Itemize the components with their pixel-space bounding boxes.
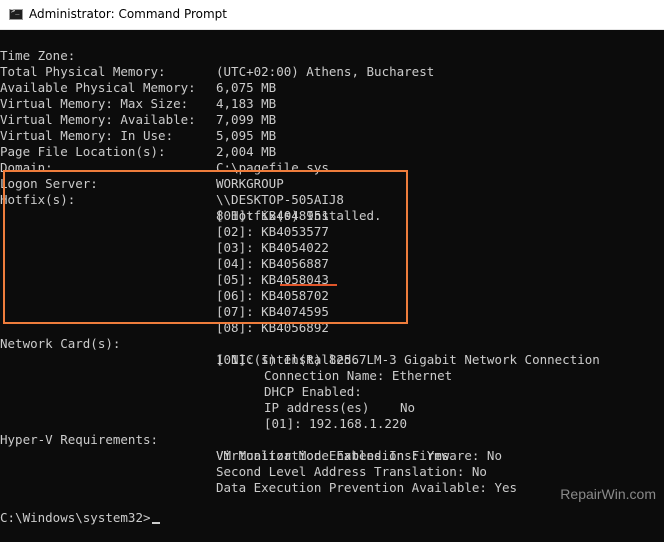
line-available-physical-memory: Available Physical Memory: 4,183 MB bbox=[0, 64, 276, 111]
hotfix-item: [07]: KB4074595 bbox=[0, 288, 329, 319]
line-total-physical-memory: Total Physical Memory: 6,075 MB bbox=[0, 48, 276, 95]
line-page-file: Page File Location(s): C:\pagefile.sys bbox=[0, 128, 329, 175]
value: Virtualization Enabled In Firmware: No bbox=[216, 448, 502, 463]
line-vm-available: Virtual Memory: Available: 5,095 MB bbox=[0, 96, 276, 143]
prompt-text: C:\Windows\system32> bbox=[0, 510, 151, 525]
value: [07]: KB4074595 bbox=[216, 304, 329, 319]
hotfix-item: [01]: KB4048951 bbox=[0, 192, 329, 223]
line-hyperv-3: Second Level Address Translation: No bbox=[0, 448, 487, 479]
value: 5,095 MB bbox=[216, 128, 277, 143]
value: 4,183 MB bbox=[216, 96, 277, 111]
value: 6,075 MB bbox=[216, 80, 277, 95]
hotfix-item: [02]: KB4053577 bbox=[0, 208, 329, 239]
line-ip-1: [01]: 192.168.1.220 bbox=[0, 400, 407, 431]
value: C:\pagefile.sys bbox=[216, 160, 329, 175]
value: Connection Name: Ethernet bbox=[264, 368, 453, 383]
value: [01]: KB4048951 bbox=[216, 208, 329, 223]
value: Data Execution Prevention Available: Yes bbox=[216, 480, 518, 495]
value: [08]: KB4056892 bbox=[216, 320, 329, 335]
line-hyperv-1: Hyper-V Requirements: VM Monitor Mode Ex… bbox=[0, 416, 449, 463]
value: 7,099 MB bbox=[216, 112, 277, 127]
hotfix-item: [03]: KB4054022 bbox=[0, 224, 329, 255]
value: [01]: 192.168.1.220 bbox=[264, 416, 407, 431]
hotfix-underline bbox=[280, 284, 337, 286]
hotfix-item: [05]: KB4058043 bbox=[0, 256, 329, 287]
hotfix-item: [06]: KB4058702 bbox=[0, 272, 329, 303]
prompt[interactable]: C:\Windows\system32> bbox=[0, 510, 160, 526]
line-domain: Domain: WORKGROUP bbox=[0, 144, 284, 191]
value: (UTC+02:00) Athens, Bucharest bbox=[216, 64, 435, 79]
value: [01]: Intel(R) 82567LM-3 Gigabit Network… bbox=[216, 352, 600, 367]
value: No bbox=[400, 400, 416, 415]
window-title: Administrator: Command Prompt bbox=[29, 7, 227, 21]
hotfix-item: [04]: KB4056887 bbox=[0, 240, 329, 271]
value: [04]: KB4056887 bbox=[216, 256, 329, 271]
value: 2,004 MB bbox=[216, 144, 277, 159]
line-time-zone: Time Zone: (UTC+02:00) Athens, Bucharest bbox=[0, 32, 434, 79]
value: [06]: KB4058702 bbox=[216, 288, 329, 303]
value: WORKGROUP bbox=[216, 176, 284, 191]
line-connection-name: Connection Name: Ethernet bbox=[0, 352, 452, 383]
line-hyperv-2: Virtualization Enabled In Firmware: No bbox=[0, 432, 502, 463]
value: \\DESKTOP-505AIJ8 bbox=[216, 192, 344, 207]
line-network-adapter: [01]: Intel(R) 82567LM-3 Gigabit Network… bbox=[0, 336, 600, 367]
cmd-icon bbox=[9, 7, 23, 20]
value: IP address(es) bbox=[264, 400, 370, 415]
line-logon-server: Logon Server: \\DESKTOP-505AIJ8 bbox=[0, 160, 344, 207]
value: [02]: KB4053577 bbox=[216, 224, 329, 239]
line-vm-max-size: Virtual Memory: Max Size: 7,099 MB bbox=[0, 80, 276, 127]
line-vm-in-use: Virtual Memory: In Use: 2,004 MB bbox=[0, 112, 276, 159]
line-hyperv-4: Data Execution Prevention Available: Yes bbox=[0, 464, 517, 495]
console-output[interactable]: Time Zone: (UTC+02:00) Athens, Bucharest… bbox=[0, 30, 664, 525]
hotfix-item: [08]: KB4056892 bbox=[0, 304, 329, 335]
label: DHCP Enabled: bbox=[264, 384, 362, 399]
title-bar[interactable]: Administrator: Command Prompt bbox=[0, 0, 664, 30]
line-hotfix-summary: Hotfix(s): 8 Hotfix(s) Installed. bbox=[0, 176, 382, 223]
value: Second Level Address Translation: No bbox=[216, 464, 487, 479]
line-ip-header: IP address(es) bbox=[0, 384, 369, 415]
line-network-summary: Network Card(s): 1 NIC(s) Installed. bbox=[0, 320, 359, 367]
watermark: RepairWin.com bbox=[560, 486, 656, 502]
line-dhcp: DHCP Enabled: No bbox=[0, 368, 415, 415]
text-cursor bbox=[151, 522, 160, 524]
value: [03]: KB4054022 bbox=[216, 240, 329, 255]
